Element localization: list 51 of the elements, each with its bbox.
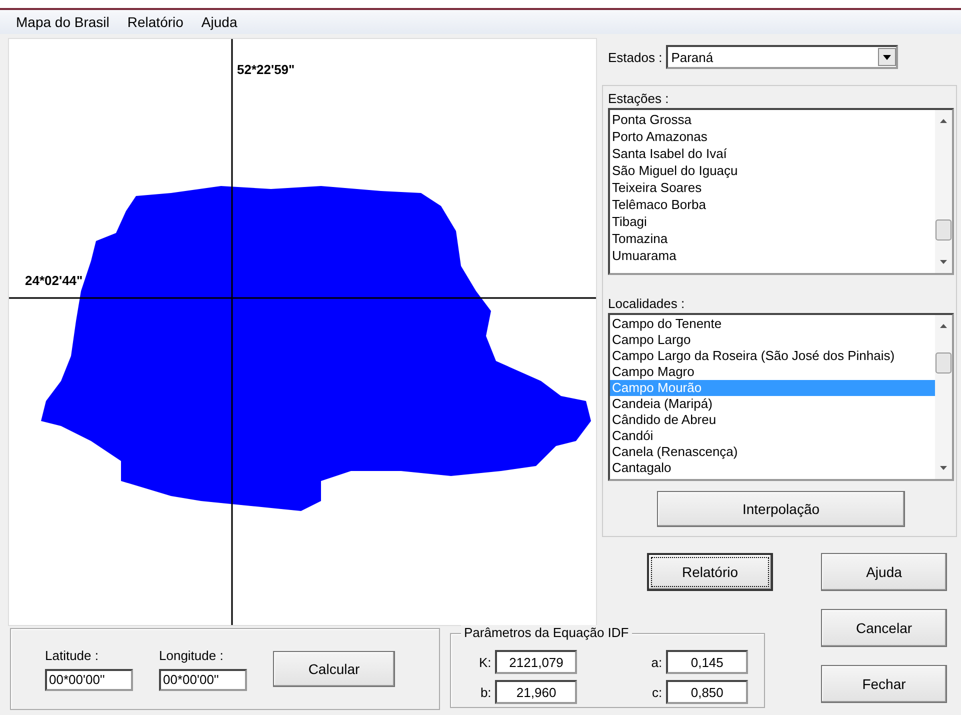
field-label: Localidades : xyxy=(608,296,686,311)
list-item[interactable]: Teixeira Soares xyxy=(610,179,935,196)
dialog-button[interactable]: Ajuda xyxy=(821,553,947,591)
menu-item[interactable]: Ajuda xyxy=(201,14,238,30)
stations-list[interactable]: Ponta Grossa Porto Amazonas Santa Isabel do Ivaí São Miguel do Iguaçu Teixeira Soares Telêmaco Borba Tibagi Tomazina Umuarama xyxy=(608,108,954,275)
scrollbar[interactable] xyxy=(935,315,952,479)
param-field[interactable]: 2121,079 xyxy=(495,650,578,674)
list-item[interactable]: Telêmaco Borba xyxy=(610,196,935,213)
scrollbar[interactable] xyxy=(935,110,952,273)
param-label: a: xyxy=(651,654,662,670)
param-label: c: xyxy=(651,684,662,700)
list-item[interactable]: Santa Isabel do Ivaí xyxy=(610,145,935,162)
list-item[interactable]: Cândido de Abreu xyxy=(610,412,935,428)
list-item[interactable]: Tomazina xyxy=(610,230,935,247)
list-item[interactable]: Campo do Tenente xyxy=(610,316,935,332)
field-label: Estações : xyxy=(608,91,670,106)
list-item[interactable]: Campo Largo da Roseira (São José dos Pinhais) xyxy=(610,348,935,364)
list-item[interactable]: São Miguel do Iguaçu xyxy=(610,162,935,179)
longitude-field[interactable]: 00*00'00'' xyxy=(159,668,247,690)
param-label: K: xyxy=(479,654,492,670)
param-field[interactable]: 21,960 xyxy=(495,680,578,704)
list-item[interactable]: Canela (Renascença) xyxy=(610,444,935,460)
menu-item[interactable]: Mapa do Brasil xyxy=(16,14,110,30)
state-dropdown[interactable]: Paraná xyxy=(666,45,898,69)
map-panel[interactable]: 52*22'59" 24*02'44" xyxy=(8,38,597,626)
list-item[interactable]: Candói xyxy=(610,428,935,444)
param-field[interactable]: 0,145 xyxy=(666,650,748,674)
list-item[interactable]: Candeia (Maripá) xyxy=(610,396,935,412)
dialog-button[interactable]: Fechar xyxy=(821,665,947,703)
calculate-button[interactable]: Calcular xyxy=(273,651,395,687)
list-item[interactable]: Campo Largo xyxy=(610,332,935,348)
field-label: Estados : xyxy=(608,50,662,64)
dialog-button[interactable]: Relatório xyxy=(647,553,773,591)
interpolation-button[interactable]: Interpolação xyxy=(657,491,905,527)
latitude-label: 24*02'44" xyxy=(25,273,83,288)
list-item[interactable]: Campo Magro xyxy=(610,364,935,380)
longitude-label: 52*22'59" xyxy=(237,62,295,77)
list-item[interactable]: Ponta Grossa xyxy=(610,111,935,128)
menu-item[interactable]: Relatório xyxy=(127,14,184,30)
param-label: b: xyxy=(479,684,492,700)
list-item[interactable]: Porto Amazonas xyxy=(610,128,935,145)
list-item[interactable]: Tibagi xyxy=(610,213,935,230)
field-label: Latitude : xyxy=(45,648,100,662)
group-title: Parâmetros da Equação IDF xyxy=(461,625,632,640)
latitude-field[interactable]: 00*00'00'' xyxy=(45,668,133,690)
list-item[interactable]: Umuarama xyxy=(610,247,935,264)
dialog-button[interactable]: Cancelar xyxy=(821,609,947,647)
param-field[interactable]: 0,850 xyxy=(666,680,748,704)
list-item[interactable]: Cantagalo xyxy=(610,460,935,476)
field-label: Longitude : xyxy=(159,648,224,662)
localities-list[interactable]: Campo do Tenente Campo Largo Campo Largo da Roseira (São José dos Pinhais) Campo Magro Campo Mourão Candeia (Maripá) Cândido de Abreu Candói Canela (Renascença) Cantagalo xyxy=(608,313,954,481)
